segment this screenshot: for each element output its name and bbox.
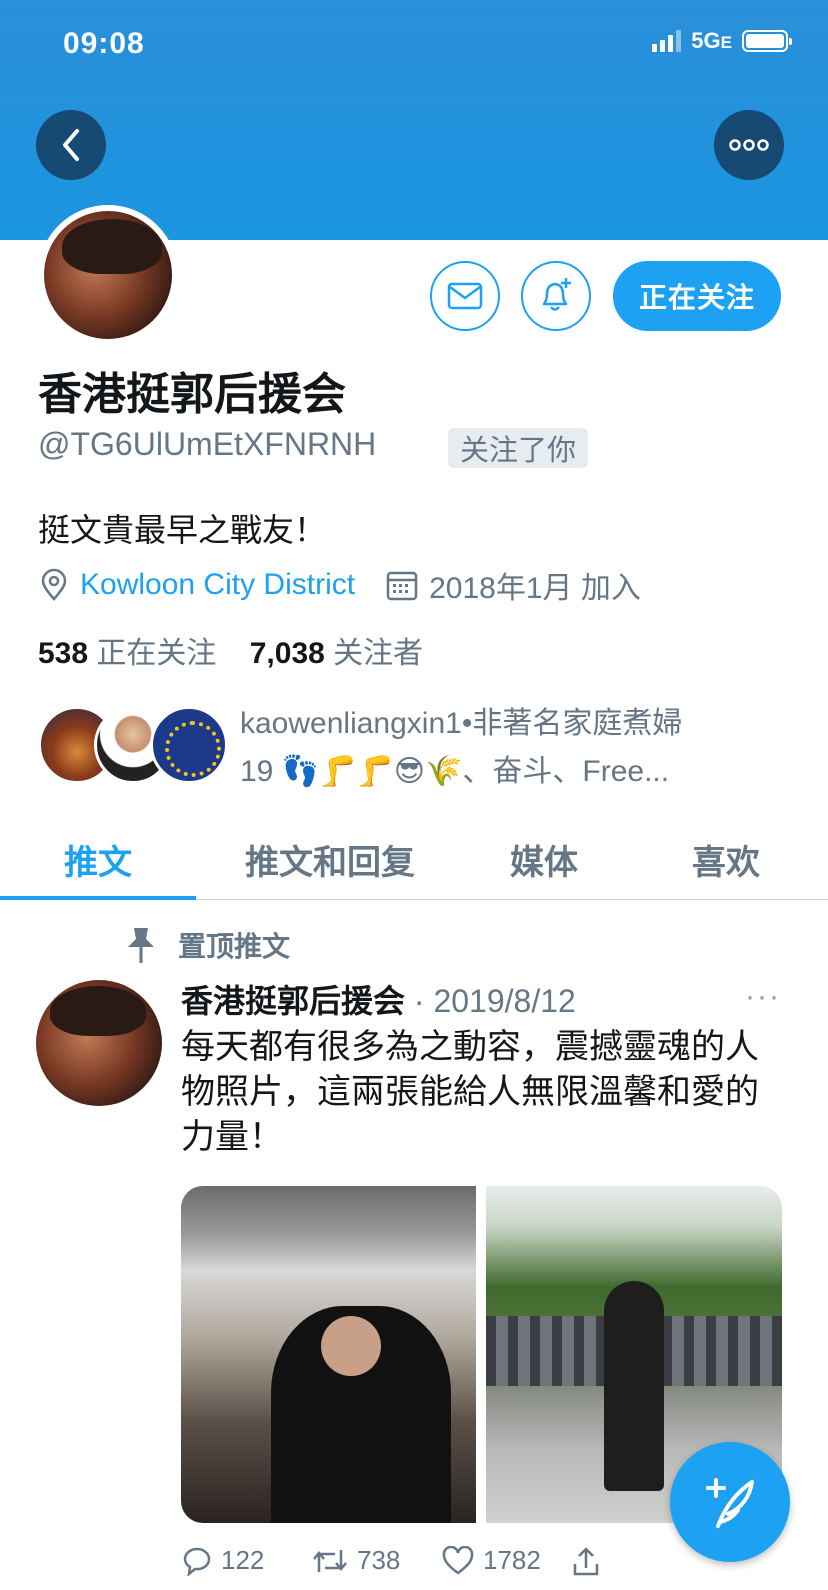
share-button[interactable]: [571, 1545, 701, 1576]
tweet-actions: 122 738 1782: [181, 1545, 701, 1576]
signal-icon: [652, 30, 682, 52]
compose-icon: [706, 1478, 754, 1528]
like-icon: [442, 1545, 474, 1575]
message-button[interactable]: [430, 261, 500, 331]
compose-tweet-button[interactable]: [670, 1442, 790, 1562]
tweet-photo[interactable]: [181, 1186, 476, 1523]
battery-icon: [742, 30, 792, 52]
back-button[interactable]: [36, 110, 106, 180]
calendar-icon: [386, 571, 418, 601]
following-stat[interactable]: 538 正在关注: [38, 637, 216, 670]
more-button[interactable]: [714, 110, 784, 180]
profile-handle: @TG6UlUmEtXFNRNH: [38, 426, 377, 462]
tweet-date: · 2019/8/12: [413, 983, 576, 1019]
network-type: 5GE: [691, 28, 732, 53]
tweet-more-icon[interactable]: ···: [745, 980, 781, 1014]
tweet-header: 香港挺郭后援会 · 2019/8/12: [181, 976, 576, 1022]
followed-by-avatars[interactable]: [38, 706, 228, 786]
avatar: [150, 706, 228, 784]
tab-tweets[interactable]: 推文: [0, 820, 196, 900]
notifications-button[interactable]: [521, 261, 591, 331]
retweet-button[interactable]: 738: [311, 1545, 441, 1576]
location-icon: [41, 568, 67, 601]
follows-you-badge: 关注了你: [448, 428, 589, 468]
following-button[interactable]: 正在关注: [613, 261, 781, 331]
tweet-author-name[interactable]: 香港挺郭后援会: [181, 983, 405, 1019]
profile-meta: Kowloon City District 2018年1月 加入: [38, 563, 641, 607]
pinned-label: 置顶推文: [124, 925, 290, 965]
tab-likes[interactable]: 喜欢: [624, 820, 828, 898]
joined-date: 2018年1月 加入: [429, 572, 641, 605]
more-icon: [729, 139, 769, 151]
follow-stats: 538 正在关注 7,038 关注者: [38, 628, 423, 672]
retweet-icon: [313, 1549, 347, 1572]
tab-tweets-replies[interactable]: 推文和回复: [196, 820, 464, 898]
mail-icon: [447, 282, 483, 310]
profile-avatar[interactable]: [38, 205, 178, 345]
back-arrow-icon: [63, 129, 79, 161]
bell-plus-icon: [542, 278, 571, 311]
status-indicators: 5GE: [652, 28, 792, 54]
tweet-text: 每天都有很多為之動容，震撼靈魂的人物照片，這兩張能給人無限溫馨和愛的力量！: [181, 1028, 759, 1156]
reply-icon: [183, 1547, 211, 1576]
status-time: 09:08: [63, 27, 145, 60]
profile-bio: 挺文貴最早之戰友！: [38, 512, 327, 548]
followed-by-text[interactable]: kaowenliangxin1•非著名家庭煮婦 19 👣🦵🦵😎🌾、奋斗、Free…: [240, 700, 760, 796]
share-icon: [573, 1546, 599, 1575]
profile-name: 香港挺郭后援会: [38, 370, 346, 419]
tab-media[interactable]: 媒体: [464, 820, 624, 898]
profile-tabs: 推文 推文和回复 媒体 喜欢: [0, 820, 828, 900]
tweet-author-avatar[interactable]: [36, 980, 162, 1106]
reply-button[interactable]: 122: [181, 1545, 311, 1576]
location-link[interactable]: Kowloon City District: [80, 568, 355, 602]
followers-stat[interactable]: 7,038 关注者: [250, 637, 423, 670]
pin-icon: [128, 928, 154, 963]
like-button[interactable]: 1782: [441, 1545, 571, 1576]
